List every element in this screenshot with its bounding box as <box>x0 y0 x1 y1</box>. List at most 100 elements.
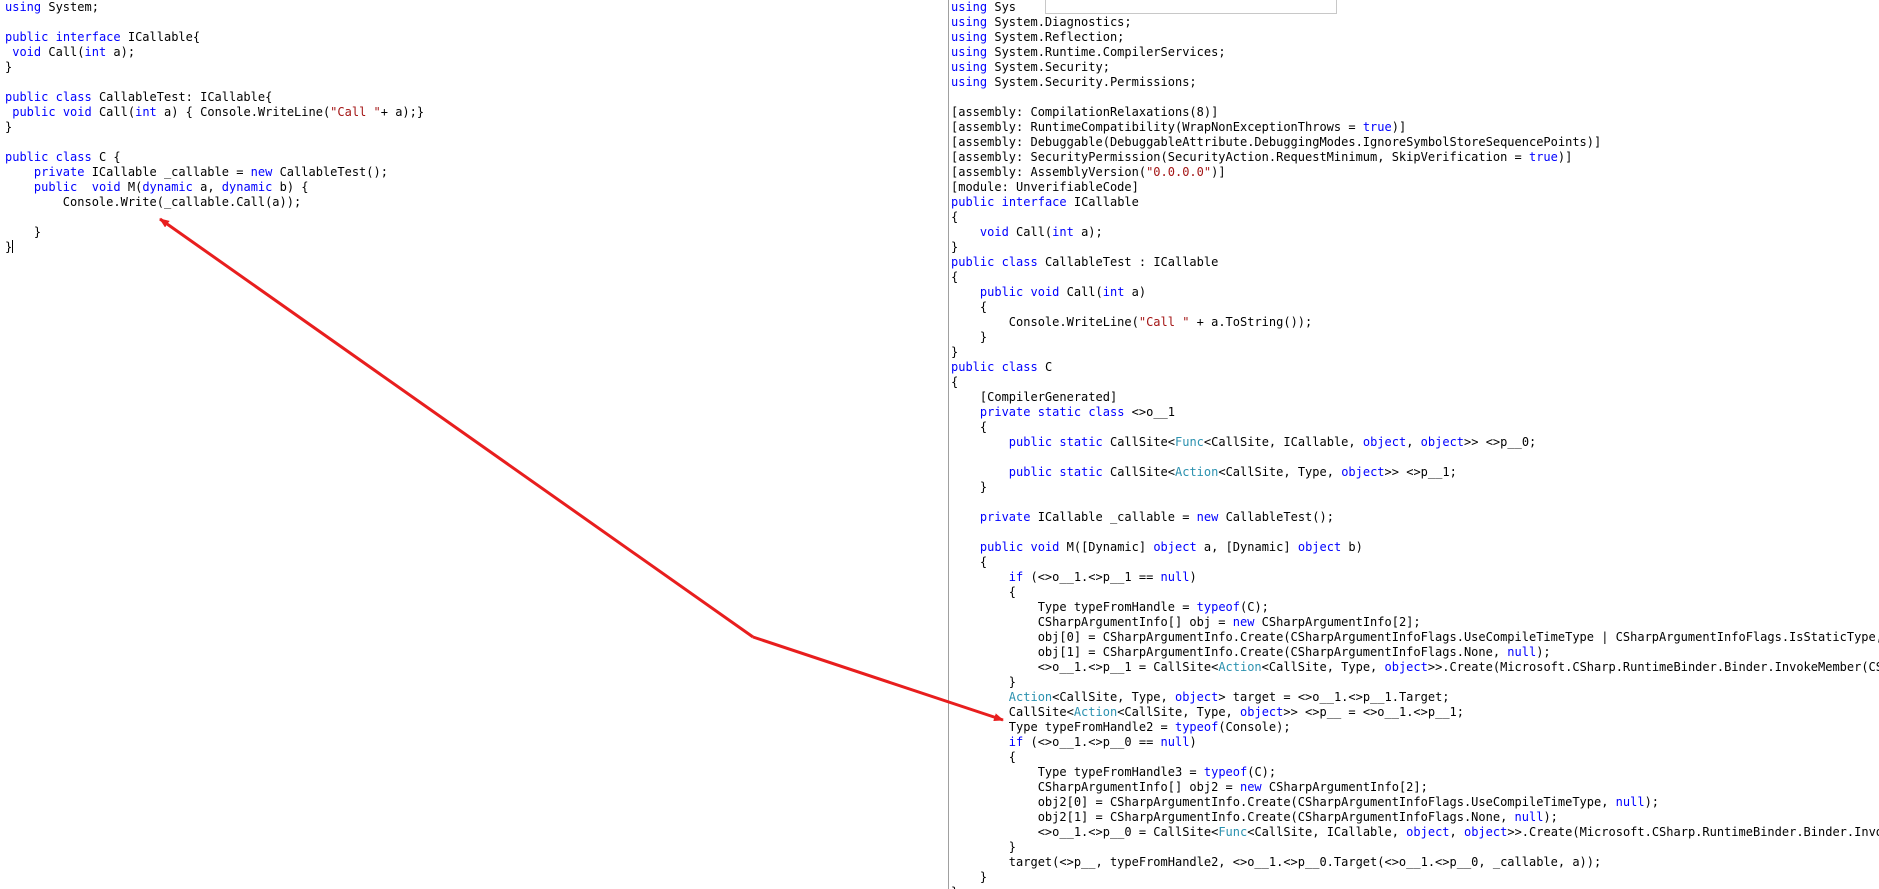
code-token: Type typeFromHandle2 = <box>951 720 1175 734</box>
code-token: CSharpArgumentInfo[] obj = <box>951 615 1233 629</box>
code-token: C <box>1037 360 1053 374</box>
code-token: } <box>951 870 988 884</box>
code-line: } <box>951 330 1879 345</box>
code-token: } <box>951 885 958 889</box>
code-line: [module: UnverifiableCode] <box>951 180 1879 195</box>
code-token: )] <box>1391 120 1407 134</box>
code-token: Type typeFromHandle = <box>951 600 1197 614</box>
code-line: { <box>951 420 1879 435</box>
code-token: object <box>1384 660 1428 674</box>
code-token: CallableTest : ICallable <box>1037 255 1219 269</box>
code-token: (C); <box>1247 765 1277 779</box>
code-token: new <box>1239 780 1262 794</box>
code-token: >> <>p__1; <box>1384 465 1457 479</box>
code-token: public <box>951 195 995 209</box>
right-code-editor[interactable]: using Sys using System.Diagnostics; using … <box>948 0 1879 889</box>
code-line: using System.Security; <box>951 60 1879 75</box>
code-token: <>o__1 <box>1124 405 1176 419</box>
code-token: void <box>62 105 92 119</box>
code-token: public <box>979 285 1024 299</box>
code-token: typeof <box>1196 600 1240 614</box>
code-line: public static CallSite<Func<CallSite, IC… <box>951 435 1879 450</box>
left-code-editor[interactable]: using System; public interface ICallable… <box>0 0 947 889</box>
code-token: if <box>1008 735 1024 749</box>
code-line: if (<>o__1.<>p__1 == null) <box>951 570 1879 585</box>
code-token: >>.Create(Microsoft.CSharp.RuntimeBinder… <box>1507 825 1879 839</box>
code-line: } <box>5 225 947 240</box>
code-token: static <box>1037 405 1082 419</box>
code-token: using <box>951 60 988 74</box>
code-token: >>.Create(Microsoft.CSharp.RuntimeBinder… <box>1427 660 1879 674</box>
code-token: private <box>979 405 1031 419</box>
code-token: new <box>1232 615 1255 629</box>
code-token: obj[1] = CSharpArgumentInfo.Create(CShar… <box>951 645 1508 659</box>
code-line: using System; <box>5 0 947 15</box>
code-token: CallableTest(); <box>1218 510 1334 524</box>
code-token: obj2[0] = CSharpArgumentInfo.Create(CSha… <box>951 795 1616 809</box>
code-token: class <box>1088 405 1125 419</box>
code-token: Action <box>1008 690 1053 704</box>
code-line: using System.Security.Permissions; <box>951 75 1879 90</box>
code-token: System.Security; <box>987 60 1110 74</box>
code-line: [CompilerGenerated] <box>951 390 1879 405</box>
code-line: obj[0] = CSharpArgumentInfo.Create(CShar… <box>951 630 1879 645</box>
code-line: public interface ICallable{ <box>5 30 947 45</box>
code-token: >> <>p__ = <>o__1.<>p__1; <box>1283 705 1464 719</box>
code-token: { <box>951 300 988 314</box>
code-line: public class C <box>951 360 1879 375</box>
code-token: System.Diagnostics; <box>987 15 1132 29</box>
code-token: ) <box>1189 735 1197 749</box>
code-token: using <box>951 30 988 44</box>
code-token: + a);} <box>380 105 425 119</box>
code-token: } <box>951 345 959 359</box>
code-token: [assembly: CompilationRelaxations(8)] <box>951 105 1219 119</box>
code-token: } <box>951 675 1017 689</box>
code-token: class <box>1001 255 1038 269</box>
code-line: private ICallable _callable = new Callab… <box>5 165 947 180</box>
code-token: Func <box>1218 825 1248 839</box>
code-token: a); <box>106 45 136 59</box>
code-token: [module: UnverifiableCode] <box>951 180 1139 194</box>
code-line: } <box>951 675 1879 690</box>
code-token: [assembly: SecurityPermission(SecurityAc… <box>951 150 1529 164</box>
code-line: CSharpArgumentInfo[] obj = new CSharpArg… <box>951 615 1879 630</box>
right-code-text[interactable]: using Sys using System.Diagnostics; using … <box>949 0 1879 889</box>
code-token: true <box>1362 120 1392 134</box>
code-token: a) { Console.WriteLine( <box>156 105 331 119</box>
code-line: <>o__1.<>p__0 = CallSite<Func<CallSite, … <box>951 825 1879 840</box>
code-token: object <box>1463 825 1508 839</box>
code-token: "0.0.0.0" <box>1146 165 1212 179</box>
code-token: class <box>55 150 92 164</box>
code-token: object <box>1341 465 1385 479</box>
code-line: public void M(dynamic a, dynamic b) { <box>5 180 947 195</box>
code-token: "Call " <box>1138 315 1190 329</box>
code-line: } <box>951 480 1879 495</box>
code-token: } <box>5 60 13 74</box>
code-token: ICallable _callable = <box>1030 510 1197 524</box>
left-code-text[interactable]: using System; public interface ICallable… <box>0 0 947 255</box>
code-line: obj[1] = CSharpArgumentInfo.Create(CShar… <box>951 645 1879 660</box>
code-token: CSharpArgumentInfo[] obj2 = <box>951 780 1240 794</box>
code-line: public interface ICallable <box>951 195 1879 210</box>
code-token: )] <box>1211 165 1226 179</box>
code-token: Call( <box>1008 225 1053 239</box>
code-line: } <box>951 345 1879 360</box>
code-line: public void M([Dynamic] object a, [Dynam… <box>951 540 1879 555</box>
code-token: typeof <box>1174 720 1219 734</box>
code-line: CSharpArgumentInfo[] obj2 = new CSharpAr… <box>951 780 1879 795</box>
code-token: public <box>1008 435 1053 449</box>
code-token: dynamic <box>142 180 193 194</box>
code-token: object <box>1240 705 1284 719</box>
